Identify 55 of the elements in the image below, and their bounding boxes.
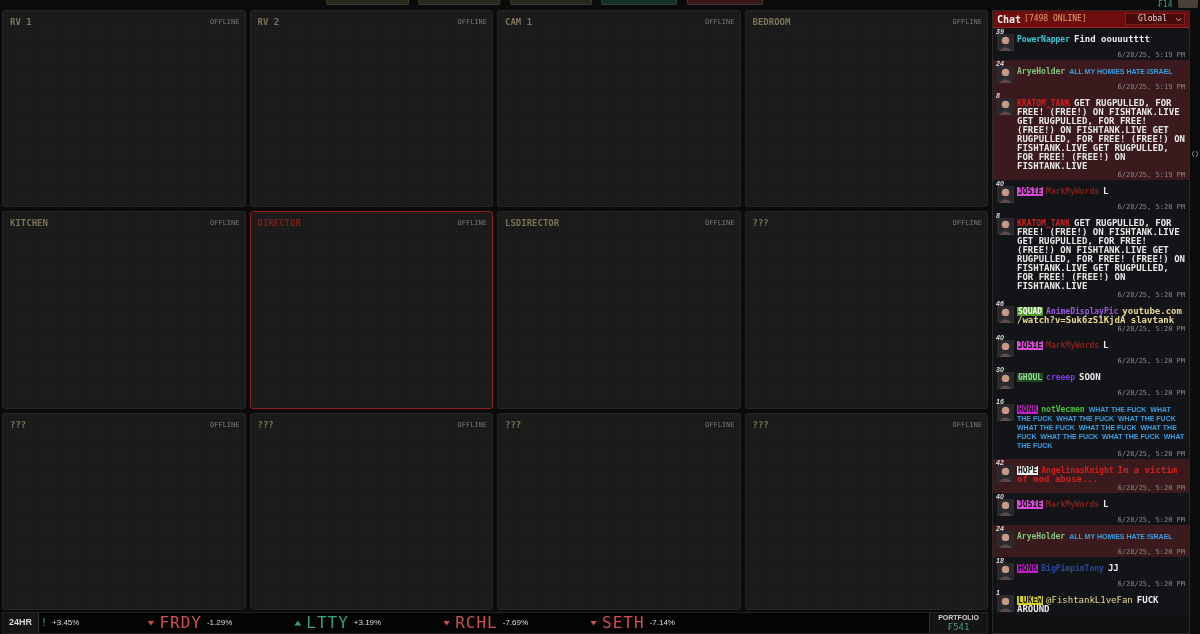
ticker-label: 24HR: [3, 613, 39, 633]
chat-message-text: KRATOM_TANK GET RUGPULLED, FOR FREE! (FREE!) ON FISHTANK.LIVE GET RUGPULLED, FOR FREE! (FREE!) ON FISHTANK.LIVE GET RUGPULLED, FOR FREE! (FREE!) ON FISHTANK.LIVE GET RUGPULLED, FOR FREE! (FREE!) ON FISHTANK.LIVE: [1017, 217, 1185, 291]
chat-message-text: HONK BigPimpinTony JJ: [1017, 562, 1120, 573]
camera-name: ???: [257, 418, 274, 432]
camera-name: ???: [505, 418, 522, 432]
online-count: [7498 ONLINE]: [1024, 13, 1087, 25]
chat-message-text: PowerNapper Find oouuutttt: [1017, 33, 1151, 44]
avatar[interactable]: [997, 404, 1014, 421]
chat-message-text: JOSIE MarkMyWords L: [1017, 339, 1110, 350]
camera-name: KITCHEN: [10, 217, 48, 231]
camera-name: ???: [752, 217, 769, 231]
ticker-symbol: !: [41, 616, 48, 630]
ticker-symbol: LTTY: [306, 615, 349, 631]
camera-name: LSDIRECTOR: [505, 217, 560, 231]
avatar[interactable]: [997, 465, 1014, 482]
camera-name: RV 2: [257, 16, 280, 29]
camera-name: RV 1: [10, 16, 32, 29]
avatar[interactable]: [997, 563, 1014, 580]
camera-name: DIRECTOR: [257, 217, 301, 231]
ticker-change: +3.45%: [52, 617, 80, 629]
camera-name: ???: [752, 418, 769, 432]
ticker-change: -7.69%: [502, 617, 529, 629]
camera-name: BEDROOM: [752, 16, 791, 29]
ticker-symbol: SETH: [602, 615, 645, 631]
avatar[interactable]: [997, 306, 1014, 323]
collapse-handle-icon[interactable]: [1192, 150, 1198, 158]
ticker-symbol: FRDY: [159, 615, 202, 631]
ticker-change: -1.29%: [206, 617, 233, 629]
avatar[interactable]: [997, 66, 1014, 83]
chat-title: Chat: [997, 12, 1022, 27]
avatar[interactable]: [997, 340, 1014, 357]
avatar[interactable]: [997, 372, 1014, 389]
chat-message-text: JOSIE MarkMyWords L: [1017, 185, 1110, 196]
balance-text: ₣14: [1158, 0, 1173, 9]
ticker-symbol: RCHL: [455, 615, 498, 631]
avatar[interactable]: [997, 499, 1014, 516]
chat-message-text: GHOUL creeep SOON: [1017, 371, 1102, 382]
chat-message-text: SQUAD AnimeDisplayPic youtube.com/watch?v=Suk6zS1KjdA slavtank: [1017, 305, 1183, 325]
chevron-down-icon: [1176, 17, 1181, 21]
avatar[interactable]: [997, 186, 1014, 203]
chat-message-text: KRATOM_TANK GET RUGPULLED, FOR FREE! (FREE!) ON FISHTANK.LIVE GET RUGPULLED, FOR FREE! (FREE!) ON FISHTANK.LIVE GET RUGPULLED, FOR FREE! (FREE!) ON FISHTANK.LIVE GET RUGPULLED, FOR FREE! (FREE!) ON FISHTANK.LIVE: [1017, 97, 1185, 171]
ticker-change: +3.19%: [353, 617, 382, 629]
portfolio-value: ₣541: [947, 622, 970, 632]
camera-name: ???: [10, 418, 27, 432]
avatar[interactable]: [997, 98, 1014, 115]
room-dropdown[interactable]: Global: [1125, 13, 1185, 25]
avatar[interactable]: [997, 595, 1014, 612]
chat-message-text: LUKEW @FishtankL1veFan FUCK AROUND: [1017, 594, 1160, 614]
avatar[interactable]: [997, 531, 1014, 548]
avatar[interactable]: [997, 218, 1014, 235]
ticker-change: -7.14%: [649, 617, 675, 629]
camera-name: CAM 1: [505, 16, 533, 29]
chat-message-text: HOPE AngelinasKnight Im a victim of mod abuse...: [1017, 464, 1179, 484]
avatar[interactable]: [997, 34, 1014, 51]
chat-message-text: JOSIE MarkMyWords L: [1017, 498, 1110, 509]
